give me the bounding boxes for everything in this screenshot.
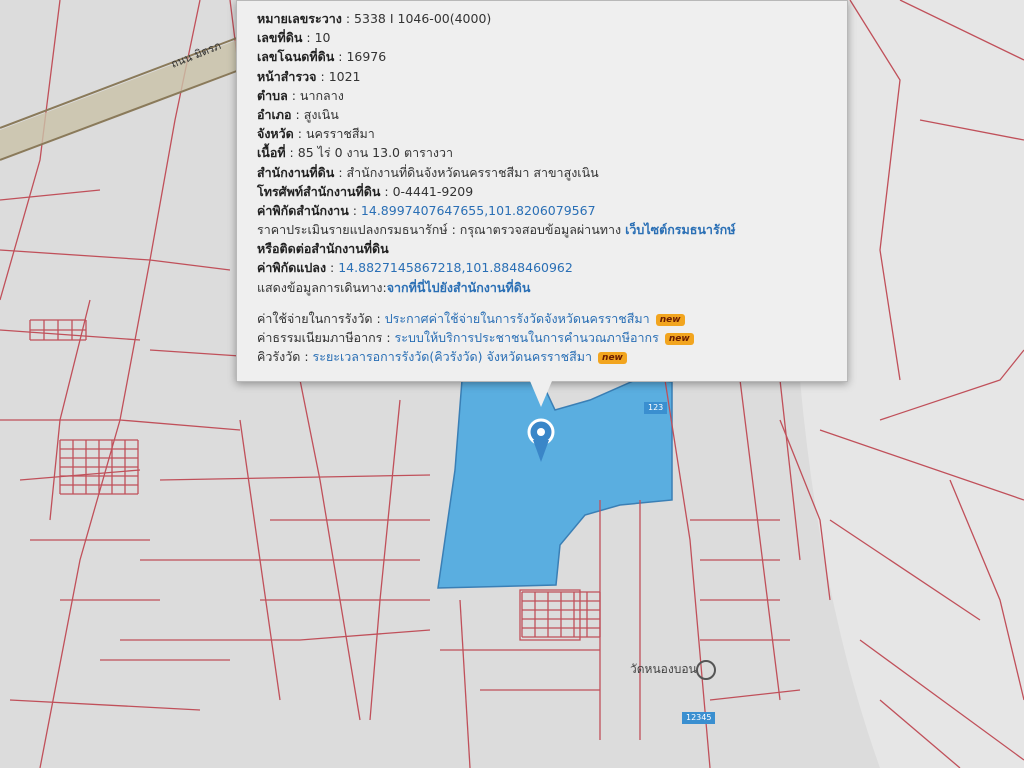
parcel-coord-row: ค่าพิกัดแปลง : 14.8827145867218,101.8848… [257,260,573,276]
info-label: เนื้อที่ [257,145,286,161]
route-label: แสดงข้อมูลการเดินทาง [257,279,383,295]
info-label: หน้าสำรวจ [257,68,317,84]
info-value: 5338 I 1046-00(4000) [354,11,492,26]
info-row: เนื้อที่ : 85 ไร่ 0 งาน 13.0 ตารางวา [257,145,453,161]
info-row: สำนักงานที่ดิน : สำนักงานที่ดินจังหวัดนค… [257,164,599,180]
fee-link[interactable]: ระยะเวลารอการรังวัด(คิวรังวัด) จังหวัดนค… [313,349,593,364]
info-label: สำนักงานที่ดิน [257,164,335,180]
info-value: 16976 [346,49,387,65]
popup-tail [530,381,552,407]
info-value: 0-4441-9209 [392,183,474,199]
info-value: 85 ไร่ 0 งาน 13.0 ตารางวา [297,145,453,161]
place-label: วัดหนองบอน [630,662,697,676]
fee-row: คิวรังวัด : ระยะเวลารอการรังวัด(คิวรังวั… [257,347,829,366]
info-row: โทรศัพท์สำนักงานที่ดิน : 0-4441-9209 [257,183,474,199]
info-row: จังหวัด : นครราชสีมา [257,126,375,142]
info-value: 10 [314,30,331,46]
info-row: หมายเลขระวาง : 5338 I 1046-00(4000) [257,11,492,26]
price-row: ราคาประเมินรายแปลงกรมธนารักษ์ : กรุณาตรว… [257,222,736,238]
info-label: เลขที่ดิน [257,30,303,46]
info-value: สำนักงานที่ดินจังหวัดนครราชสีมา สาขาสูงเ… [346,164,599,180]
fee-link[interactable]: ระบบให้บริการประชาชนในการคำนวณภาษีอากร [395,330,659,345]
info-label: หมายเลขระวาง [257,11,342,26]
info-label: จังหวัด [257,126,294,142]
info-row: หน้าสำรวจ : 1021 [257,68,361,84]
info-value: นครราชสีมา [305,126,375,142]
treasury-website-link[interactable]: เว็บไซต์กรมธนารักษ์ [625,222,735,237]
info-value: นากลาง [299,87,344,103]
parcel-coord-label: ค่าพิกัดแปลง [257,260,327,276]
price-row-2: หรือติดต่อสำนักงานที่ดิน [257,241,389,257]
info-label: อำเภอ [257,106,292,122]
info-label: โทรศัพท์สำนักงานที่ดิน [257,183,381,199]
fee-label: คิวรังวัด [257,349,301,365]
price-label: ราคาประเมินรายแปลงกรมธนารักษ์ [257,222,448,238]
parcel-info-popup: หมายเลขระวาง : 5338 I 1046-00(4000) เลขที… [236,0,848,382]
info-row: ค่าพิกัดสำนักงาน : 14.8997407647655,101.… [257,202,596,218]
info-value: 1021 [328,68,361,84]
parcel-coord-link[interactable]: 14.8827145867218,101.8848460962 [338,260,573,275]
info-label: ตำบล [257,87,288,103]
map-badge: 123 [644,402,668,414]
new-badge: new [664,333,694,345]
info-row: เลขที่ดิน : 10 [257,30,331,46]
fee-row: ค่าใช้จ่ายในการรังวัด : ประกาศค่าใช้จ่าย… [257,309,829,328]
fee-link[interactable]: ประกาศค่าใช้จ่ายในการรังวัดจังหวัดนครราช… [385,311,650,326]
info-row: ตำบล : นากลาง [257,87,344,103]
info-row: อำเภอ : สูงเนิน [257,106,339,122]
fee-label: ค่าธรรมเนียมภาษีอากร [257,330,383,345]
fee-label: ค่าใช้จ่ายในการรังวัด [257,310,373,326]
info-value[interactable]: 14.8997407647655,101.8206079567 [361,203,596,218]
route-link[interactable]: จากที่นี่ไปยังสำนักงานที่ดิน [387,280,531,295]
info-label: เลขโฉนดที่ดิน [257,49,335,65]
new-badge: new [655,313,685,326]
info-value: สูงเนิน [303,106,339,122]
info-row: เลขโฉนดที่ดิน : 16976 [257,49,387,65]
route-row: แสดงข้อมูลการเดินทาง:จากที่นี่ไปยังสำนัก… [257,279,531,295]
price-text: กรุณาตรวจสอบข้อมูลผ่านทาง [459,222,622,238]
map-badge: 12345 [682,712,716,724]
fee-row: ค่าธรรมเนียมภาษีอากร : ระบบให้บริการประช… [257,328,829,347]
info-label: ค่าพิกัดสำนักงาน [257,202,349,218]
new-badge: new [598,352,627,365]
